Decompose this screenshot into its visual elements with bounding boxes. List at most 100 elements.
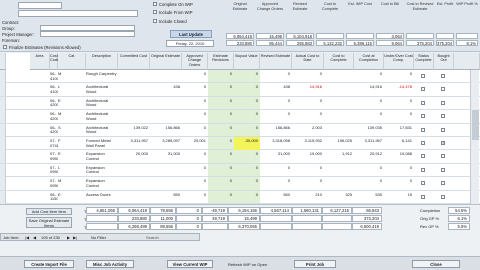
cell-revised: 0 (287, 164, 290, 170)
table-row[interactable]: 06-420000SArchitectural Wood139,022156,8… (0, 123, 480, 137)
bought-out-checkbox[interactable] (441, 100, 445, 105)
cell-orig[interactable]: 3,289,097 (150, 137, 182, 150)
status-complete-checkbox[interactable] (421, 194, 425, 199)
misc-job-activity-button[interactable]: Misc Job Activity (86, 260, 134, 268)
bought-out-checkbox[interactable] (441, 194, 445, 199)
bought-out-checkbox[interactable]: ✓ (441, 141, 445, 145)
cell-orig[interactable] (150, 177, 182, 190)
cell-desc[interactable]: Architectural Wood (86, 124, 118, 137)
job-select[interactable] (18, 2, 62, 9)
bought-out-checkbox[interactable] (441, 154, 445, 159)
row-selector[interactable] (0, 110, 6, 124)
row-selector[interactable] (0, 96, 6, 110)
cell-revised: 156,866 (275, 124, 290, 130)
row-selector[interactable] (0, 163, 6, 177)
cell-rev[interactable]: 0 (208, 124, 234, 137)
bought-out-checkbox[interactable] (441, 74, 445, 78)
cell-rev[interactable]: 0 (208, 137, 234, 150)
scrollbar-thumb[interactable] (472, 110, 479, 140)
complete-wip-checkbox[interactable] (153, 2, 157, 6)
row-selector[interactable] (0, 190, 6, 204)
total-contract-value: 6,500,419 (352, 223, 382, 230)
table-row[interactable]: 06-410000LArchitectural Wood43800043814,… (0, 83, 480, 97)
cell-desc[interactable]: Architectural Wood (86, 83, 118, 96)
cell-desc[interactable]: Architectural Wood (86, 110, 118, 123)
vertical-scrollbar[interactable] (470, 70, 479, 204)
cell-desc[interactable]: Expansion Control (86, 177, 118, 190)
table-row[interactable]: 08-115000EAccess Doors550000550210325535… (0, 190, 480, 204)
close-button[interactable]: Close (412, 260, 460, 268)
status-complete-checkbox[interactable] (421, 74, 425, 78)
status-complete-checkbox[interactable] (421, 127, 425, 132)
nav-first-button[interactable]: |◀ (25, 235, 29, 240)
table-row[interactable]: 07-095000MExpansion Control0000000 (0, 177, 480, 191)
print-job-button[interactable]: Print Job (294, 260, 336, 268)
create-import-file-button[interactable]: Create Import File (24, 260, 74, 268)
cell-rev[interactable]: 0 (208, 70, 234, 83)
cell-desc[interactable]: Access Doors (86, 191, 118, 204)
cell-rev[interactable]: 0 (208, 191, 234, 204)
view-current-wip-button[interactable]: View Current WIP (167, 260, 213, 268)
save-original-estimate-button[interactable]: Save Original Estimate Items (26, 217, 72, 228)
bought-out-checkbox[interactable] (441, 167, 445, 172)
pm-field[interactable] (40, 31, 135, 37)
row-selector[interactable] (0, 123, 6, 137)
nav-filter[interactable]: No Filter (91, 235, 106, 240)
row-selector[interactable] (0, 177, 6, 191)
table-row[interactable]: 07-095000LExpansion Control0000000 (0, 163, 480, 178)
cell-rev[interactable]: 0 (208, 97, 234, 110)
bought-out-checkbox[interactable] (441, 181, 445, 186)
row-selector[interactable] (0, 70, 6, 83)
cell-desc[interactable]: Expansion Control (86, 150, 118, 163)
cell-desc[interactable]: Formed Metal Wall Panel (86, 137, 118, 150)
cell-orig[interactable] (150, 97, 182, 110)
cell-orig[interactable] (150, 110, 182, 123)
finalize-checkbox[interactable] (3, 45, 7, 49)
cell-desc[interactable]: Rough Carpentry (86, 70, 118, 83)
table-row[interactable]: 07-074100F Formed Metal Wall Panel 3,311,9… (0, 137, 480, 151)
last-update-button[interactable]: Last Update (170, 30, 212, 38)
cell-rev[interactable]: 0 (208, 177, 234, 190)
cell-orig[interactable]: 550 (150, 191, 182, 204)
cell-cat: M (58, 178, 62, 184)
bought-out-checkbox[interactable] (441, 87, 445, 92)
nav-record-counter[interactable]: 105 of 230 (41, 235, 60, 240)
nav-next-button[interactable]: ▶ (67, 235, 70, 240)
bought-out-checkbox[interactable] (441, 114, 445, 119)
table-row[interactable]: 06-410000MRough Carpentry0000000 (0, 70, 480, 84)
job-name-field[interactable] (18, 10, 138, 17)
status-complete-checkbox[interactable] (421, 181, 425, 186)
bought-out-checkbox[interactable] (441, 127, 445, 132)
table-row[interactable]: 06-420000MArchitectural Wood0000000 (0, 110, 480, 124)
table-row[interactable]: 07-095000EExpansion Control20,00031,0000… (0, 150, 480, 164)
cell-rev[interactable]: 0 (208, 164, 234, 177)
status-complete-checkbox[interactable] (421, 167, 425, 172)
cell-buyout: 0 (255, 178, 258, 184)
status-complete-checkbox[interactable] (421, 100, 425, 105)
row-selector[interactable] (0, 83, 6, 97)
nav-search[interactable]: Search (146, 235, 159, 240)
cell-cat: F (58, 138, 61, 143)
status-complete-checkbox[interactable] (421, 87, 425, 92)
add-cost-item-button[interactable]: Add Cost Item Item (26, 208, 72, 215)
nav-prev-button[interactable]: ◀ (33, 235, 36, 240)
cell-rev[interactable]: 0 (208, 150, 234, 163)
cell-orig[interactable]: 438 (150, 83, 182, 96)
cell-orig[interactable] (150, 164, 182, 177)
table-row[interactable]: 06-420000EArchitectural Wood0000000 (0, 96, 480, 111)
include-closed-checkbox[interactable] (153, 19, 157, 23)
cell-orig[interactable]: 31,000 (150, 150, 182, 163)
cell-desc[interactable]: Architectural Wood (86, 97, 118, 110)
cell-orig[interactable] (150, 70, 182, 83)
cell-desc[interactable]: Expansion Control (86, 164, 118, 177)
row-selector[interactable] (0, 150, 6, 164)
cell-rev[interactable]: 0 (208, 83, 234, 96)
include-wip-checkbox[interactable] (153, 10, 157, 14)
row-selector[interactable] (0, 137, 6, 150)
nav-last-button[interactable]: ▶| (73, 235, 77, 240)
cell-rev[interactable]: 0 (208, 110, 234, 123)
status-complete-checkbox[interactable] (421, 114, 425, 119)
cell-orig[interactable]: 156,866 (150, 124, 182, 137)
status-complete-checkbox[interactable] (421, 141, 425, 145)
status-complete-checkbox[interactable] (421, 154, 425, 159)
